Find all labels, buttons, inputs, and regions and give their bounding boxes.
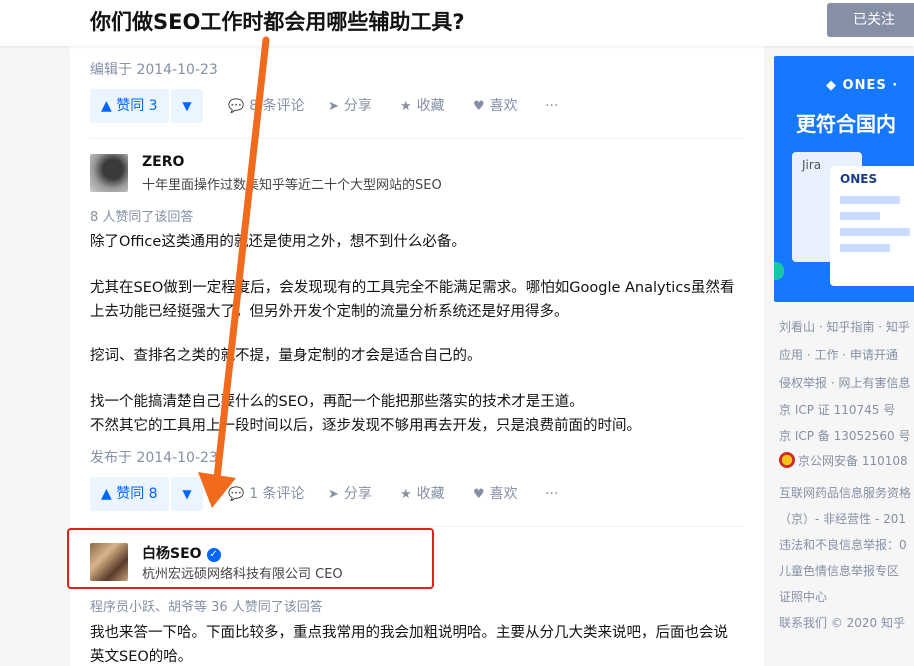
more-button[interactable]: ··· (545, 477, 558, 511)
footer-text[interactable]: 违法和不良信息举报：0 (779, 536, 907, 553)
star-icon: ★ (400, 487, 412, 502)
footer-links[interactable]: 刘看山 · 知乎指南 · 知乎 (779, 318, 910, 335)
ad-bar (840, 244, 890, 252)
answer-paragraph: 不然其它的工具用上一段时间以后，逐步发现不够用再去开发，只是浪费前面的时间。 (90, 418, 641, 434)
share-button[interactable]: ➤ 分享 (328, 477, 372, 511)
triangle-down-icon: ▼ (182, 487, 192, 501)
answer-divider (90, 138, 744, 139)
heart-icon: ♥ (473, 487, 485, 502)
comment-icon: 💬 (228, 99, 245, 114)
ad-bar (840, 196, 900, 204)
footer-text[interactable]: 互联网药品信息服务资格 (779, 484, 911, 501)
answer-divider (90, 526, 744, 527)
ad-bar (840, 212, 880, 220)
author-name[interactable]: ZERO (142, 154, 184, 170)
comments-button[interactable]: 💬 8 条评论 (228, 89, 305, 123)
ad-card-label: ONES (840, 172, 878, 186)
vote-up-button[interactable]: ▲ 赞同 8 (90, 477, 169, 511)
answer-actions: ▲ 赞同 3 ▼ 💬 8 条评论 ➤ 分享 ★ 收藏 ♥ 喜欢 ··· (90, 89, 750, 123)
answer-paragraph: 挖词、查排名之类的就不提，量身定制的才会是适合自己的。 (90, 348, 482, 364)
footer-text: （京）- 非经营性 - 201 (779, 512, 907, 526)
star-icon: ★ (400, 99, 412, 114)
share-label: 分享 (343, 98, 372, 114)
footer-text[interactable]: 联系我们 © 2020 知乎 (779, 614, 905, 631)
favorite-button[interactable]: ★ 收藏 (400, 89, 445, 123)
question-header: 你们做SEO工作时都会用哪些辅助工具? 已关注 (0, 0, 914, 46)
footer-text: 京公网安备 110108 (798, 454, 908, 468)
share-icon: ➤ (328, 99, 339, 114)
like-button[interactable]: ♥ 喜欢 (473, 89, 518, 123)
favorite-label: 收藏 (416, 486, 445, 502)
more-button[interactable]: ··· (545, 89, 558, 123)
ad-brand: ◆ ONES · (826, 78, 899, 93)
share-icon: ➤ (328, 487, 339, 502)
like-button[interactable]: ♥ 喜欢 (473, 477, 518, 511)
voters-summary: 8 人赞同了该回答 (90, 210, 194, 225)
footer-links[interactable]: 应用 · 工作 · 申请开通 (779, 346, 898, 363)
like-label: 喜欢 (489, 486, 518, 502)
ad-slogan: 更符合国内 (796, 112, 896, 136)
avatar[interactable] (90, 154, 128, 192)
answer-actions: ▲ 赞同 8 ▼ 💬 1 条评论 ➤ 分享 ★ 收藏 ♥ 喜欢 ··· (90, 477, 750, 511)
highlight-box (67, 528, 434, 589)
footer-text: 京 ICP 备 13052560 号 (779, 429, 911, 443)
follow-button[interactable]: 已关注 (827, 3, 914, 37)
published-date: 发布于 2014-10-23 (90, 450, 218, 466)
answer-paragraph: 除了Office这类通用的就还是使用之外，想不到什么必备。 (90, 234, 466, 250)
vote-down-button[interactable]: ▼ (171, 89, 203, 123)
footer-police[interactable]: 京公网安备 110108 (779, 452, 908, 469)
footer-text: 京 ICP 证 110745 号 (779, 403, 896, 417)
ad-accent (774, 262, 784, 280)
ad-card: ONES (830, 166, 914, 286)
answer-paragraph: 找一个能搞清楚自己要什么的SEO，再配一个能把那些落实的技术才是王道。 (90, 394, 584, 410)
heart-icon: ♥ (473, 99, 485, 114)
ad-card-label: Jira (802, 158, 822, 172)
footer-links[interactable]: 侵权举报 · 网上有害信息 (779, 374, 910, 391)
sidebar: ◆ ONES · 更符合国内 Jira ONES 刘看山 · 知乎指南 · 知乎… (764, 46, 914, 666)
sidebar-ad[interactable]: ◆ ONES · 更符合国内 Jira ONES (774, 56, 914, 302)
answer-author: ZERO 十年里面操作过数集知乎等近二十个大型网站的SEO (90, 154, 730, 194)
like-label: 喜欢 (489, 98, 518, 114)
answer-paragraph: 尤其在SEO做到一定程度后，会发现现有的工具完全不能满足需求。哪怕如Google… (90, 280, 735, 320)
comments-button[interactable]: 💬 1 条评论 (228, 477, 305, 511)
favorite-label: 收藏 (416, 98, 445, 114)
comment-icon: 💬 (228, 487, 245, 502)
comments-count: 8 条评论 (249, 98, 305, 114)
vote-down-button[interactable]: ▼ (171, 477, 203, 511)
vote-up-button[interactable]: ▲ 赞同 3 (90, 89, 169, 123)
footer-text[interactable]: 证照中心 (779, 588, 827, 605)
answer-paragraph: 我也来答一下哈。下面比较多，重点我常用的我会加粗说明哈。主要从分几大类来说吧，后… (90, 625, 728, 665)
voters-summary: 程序员小跃、胡爷等 36 人赞同了该回答 (90, 600, 323, 615)
comments-count: 1 条评论 (249, 486, 305, 502)
author-bio: 十年里面操作过数集知乎等近二十个大型网站的SEO (142, 178, 442, 193)
ad-bar (840, 228, 910, 236)
triangle-down-icon: ▼ (182, 99, 192, 113)
share-button[interactable]: ➤ 分享 (328, 89, 372, 123)
police-badge-icon (779, 452, 795, 468)
share-label: 分享 (343, 486, 372, 502)
footer-text[interactable]: 儿童色情信息举报专区 (779, 562, 899, 579)
edited-date: 编辑于 2014-10-23 (90, 62, 218, 78)
question-title: 你们做SEO工作时都会用哪些辅助工具? (90, 10, 465, 34)
favorite-button[interactable]: ★ 收藏 (400, 477, 445, 511)
